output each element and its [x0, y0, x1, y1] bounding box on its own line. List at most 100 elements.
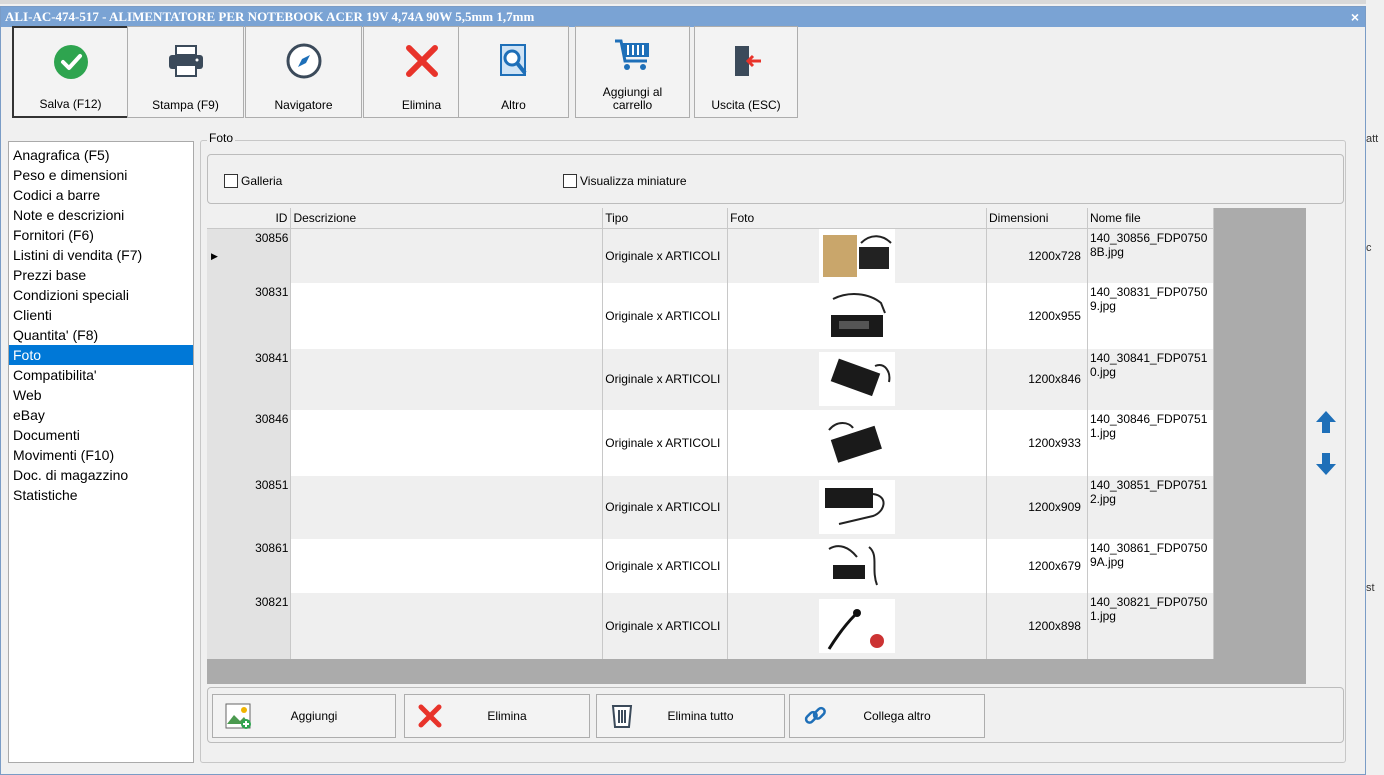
- cell-dimensioni: 1200x679: [986, 538, 1088, 593]
- delete-all-button[interactable]: Elimina tutto: [596, 694, 785, 738]
- galleria-checkbox[interactable]: Galleria: [224, 174, 282, 188]
- nome-file-value: 140_30841_FDP07510.jpg: [1089, 350, 1208, 379]
- cell-tipo: Originale x ARTICOLI: [602, 475, 729, 539]
- column-header-tipo[interactable]: Tipo: [602, 208, 729, 229]
- table-row[interactable]: 30841 Originale x ARTICOLI 1200x846 140_308…: [207, 348, 1215, 410]
- link-other-button[interactable]: Collega altro: [789, 694, 985, 738]
- cell-descrizione[interactable]: [290, 348, 604, 410]
- cell-foto[interactable]: [727, 538, 987, 593]
- nome-file-value: 140_30846_FDP07511.jpg: [1089, 411, 1208, 440]
- background-label: st: [1366, 582, 1375, 594]
- nav-item[interactable]: Statistiche: [9, 485, 193, 505]
- cell-nome-file: 140_30861_FDP07509A.jpg: [1087, 538, 1215, 593]
- table-row[interactable]: 30831 Originale x ARTICOLI 1200x955 140_308…: [207, 282, 1215, 349]
- add-to-cart-label: Aggiungi al carrello: [602, 85, 663, 112]
- visualizza-miniature-checkbox[interactable]: Visualizza miniature: [563, 174, 687, 188]
- cell-nome-file: 140_30851_FDP07512.jpg: [1087, 475, 1215, 539]
- nav-item[interactable]: Web: [9, 385, 193, 405]
- cell-descrizione[interactable]: [290, 228, 604, 283]
- table-row[interactable]: 30846 Originale x ARTICOLI 1200x933 140_308…: [207, 409, 1215, 476]
- red-x-icon: [402, 41, 442, 81]
- save-label: Salva (F12): [39, 97, 102, 111]
- nav-item[interactable]: Prezzi base: [9, 265, 193, 285]
- cell-id: 30861: [207, 538, 292, 593]
- cell-foto[interactable]: [727, 409, 987, 476]
- nav-item[interactable]: Codici a barre: [9, 185, 193, 205]
- cell-descrizione[interactable]: [290, 282, 604, 349]
- cell-descrizione[interactable]: [290, 538, 604, 593]
- cell-nome-file: 140_30821_FDP07501.jpg: [1087, 592, 1215, 659]
- table-row[interactable]: 30856 ▶ Originale x ARTICOLI 1200x728 140_30…: [207, 228, 1215, 283]
- nav-item[interactable]: Anagrafica (F5): [9, 145, 193, 165]
- save-button[interactable]: Salva (F12): [12, 26, 129, 118]
- section-nav-list: Anagrafica (F5) Peso e dimensioni Codici a…: [8, 141, 194, 763]
- cell-id: 30841: [207, 348, 292, 410]
- nav-item[interactable]: Fornitori (F6): [9, 225, 193, 245]
- nav-item[interactable]: eBay: [9, 405, 193, 425]
- column-header-nome-file[interactable]: Nome file: [1087, 208, 1215, 229]
- cell-nome-file: 140_30846_FDP07511.jpg: [1087, 409, 1215, 476]
- nav-item[interactable]: Doc. di magazzino: [9, 465, 193, 485]
- cell-dimensioni: 1200x846: [986, 348, 1088, 410]
- nav-item[interactable]: Quantita' (F8): [9, 325, 193, 345]
- photo-table: ID Descrizione Tipo Foto Dimensioni Nome…: [207, 208, 1215, 659]
- nav-item[interactable]: Peso e dimensioni: [9, 165, 193, 185]
- print-button[interactable]: Stampa (F9): [127, 26, 244, 118]
- id-value: 30851: [255, 477, 289, 492]
- table-row[interactable]: 30851 Originale x ARTICOLI 1200x909 140_308…: [207, 475, 1215, 539]
- photo-thumbnail: [819, 288, 896, 343]
- cell-foto[interactable]: [727, 282, 987, 349]
- photo-thumbnail: [819, 415, 896, 470]
- nav-item[interactable]: Foto: [9, 345, 193, 365]
- column-header-descrizione[interactable]: Descrizione: [290, 208, 604, 229]
- navigator-button[interactable]: Navigatore: [245, 26, 362, 118]
- id-value: 30821: [255, 594, 289, 609]
- cell-tipo: Originale x ARTICOLI: [602, 592, 729, 659]
- add-to-cart-button[interactable]: Aggiungi al carrello: [575, 26, 690, 118]
- cell-dimensioni: 1200x933: [986, 409, 1088, 476]
- nav-item[interactable]: Note e descrizioni: [9, 205, 193, 225]
- background-label: att: [1366, 133, 1379, 145]
- cell-descrizione[interactable]: [290, 475, 604, 539]
- cell-foto[interactable]: [727, 592, 987, 659]
- nav-item[interactable]: Documenti: [9, 425, 193, 445]
- nome-file-value: 140_30821_FDP07501.jpg: [1089, 594, 1208, 623]
- column-header-dimensioni[interactable]: Dimensioni: [986, 208, 1088, 229]
- cell-dimensioni: 1200x955: [986, 282, 1088, 349]
- nav-item[interactable]: Clienti: [9, 305, 193, 325]
- cell-foto[interactable]: [727, 475, 987, 539]
- nome-file-value: 140_30861_FDP07509A.jpg: [1089, 540, 1208, 569]
- cell-nome-file: 140_30831_FDP07509.jpg: [1087, 282, 1215, 349]
- photo-grid[interactable]: ID Descrizione Tipo Foto Dimensioni Nome…: [207, 208, 1306, 684]
- cell-descrizione[interactable]: [290, 409, 604, 476]
- move-up-button[interactable]: [1311, 408, 1341, 438]
- delete-all-label: Elimina tutto: [667, 709, 734, 723]
- close-button[interactable]: ×: [1351, 7, 1359, 27]
- exit-button[interactable]: Uscita (ESC): [694, 26, 798, 118]
- id-value: 30846: [255, 411, 289, 426]
- nav-item[interactable]: Listini di vendita (F7): [9, 245, 193, 265]
- column-header-foto[interactable]: Foto: [727, 208, 987, 229]
- link-other-label: Collega altro: [863, 709, 931, 723]
- cell-foto[interactable]: [727, 228, 987, 283]
- nav-item[interactable]: Compatibilita': [9, 365, 193, 385]
- delete-photo-label: Elimina: [487, 709, 527, 723]
- delete-photo-button[interactable]: Elimina: [404, 694, 590, 738]
- photo-thumbnail: [819, 352, 896, 406]
- exit-door-icon: [726, 41, 766, 81]
- table-row[interactable]: 30821 Originale x ARTICOLI 1200x898 140_308…: [207, 592, 1215, 659]
- add-photo-button[interactable]: Aggiungi: [212, 694, 396, 738]
- more-button[interactable]: Altro: [458, 26, 569, 118]
- trash-icon: [607, 701, 637, 731]
- cell-nome-file: 140_30841_FDP07510.jpg: [1087, 348, 1215, 410]
- nav-item[interactable]: Movimenti (F10): [9, 445, 193, 465]
- nav-item[interactable]: Condizioni speciali: [9, 285, 193, 305]
- window-title: ALI-AC-474-517 - ALIMENTATORE PER NOTEBO…: [5, 9, 535, 24]
- cell-foto[interactable]: [727, 348, 987, 410]
- move-down-button[interactable]: [1311, 450, 1341, 480]
- column-header-id[interactable]: ID: [207, 208, 292, 229]
- foto-group-label: Foto: [207, 131, 236, 145]
- table-row[interactable]: 30861 Originale x ARTICOLI 1200x679 140_308…: [207, 538, 1215, 593]
- cell-tipo: Originale x ARTICOLI: [602, 282, 729, 349]
- cell-descrizione[interactable]: [290, 592, 604, 659]
